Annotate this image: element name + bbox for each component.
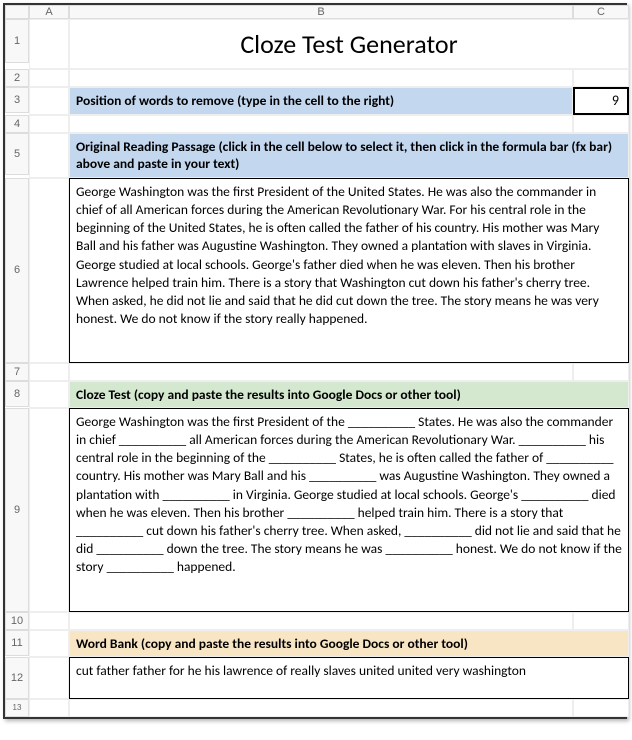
row-header-13[interactable]: 13 <box>5 699 29 717</box>
wordbank-label[interactable]: Word Bank (copy and paste the results in… <box>69 630 629 657</box>
original-passage-cell[interactable]: George Washington was the first Presiden… <box>69 178 629 363</box>
row-header-12[interactable]: 12 <box>5 657 29 699</box>
cell-c2[interactable] <box>573 69 629 87</box>
wordbank-output-cell[interactable]: cut father father for he his lawrence of… <box>69 657 629 699</box>
cell-a2[interactable] <box>29 69 69 87</box>
cell-a6[interactable] <box>29 178 69 363</box>
cell-b7[interactable] <box>69 363 573 381</box>
row-header-3[interactable]: 3 <box>5 87 29 113</box>
row-header-10[interactable]: 10 <box>5 612 29 630</box>
col-header-a[interactable]: A <box>29 5 69 19</box>
row-header-2[interactable]: 2 <box>5 69 29 87</box>
cell-a12[interactable] <box>29 657 69 699</box>
cell-a11[interactable] <box>29 630 69 657</box>
cell-c4[interactable] <box>573 115 629 133</box>
cloze-label[interactable]: Cloze Test (copy and paste the results i… <box>69 381 629 408</box>
cell-b2[interactable] <box>69 69 573 87</box>
row-header-5[interactable]: 5 <box>5 133 29 175</box>
cell-a5[interactable] <box>29 133 69 178</box>
position-label[interactable]: Position of words to remove (type in the… <box>69 87 573 115</box>
cell-c13[interactable] <box>573 699 629 717</box>
row-header-4[interactable]: 4 <box>5 115 29 133</box>
cell-a4[interactable] <box>29 115 69 133</box>
cloze-output-cell[interactable]: George Washington was the first Presiden… <box>69 408 629 612</box>
page-title[interactable]: Cloze Test Generator <box>69 19 629 69</box>
col-header-c[interactable]: C <box>573 5 629 19</box>
cell-a8[interactable] <box>29 381 69 408</box>
cell-b13[interactable] <box>69 699 573 717</box>
cell-a10[interactable] <box>29 612 69 630</box>
cell-a13[interactable] <box>29 699 69 717</box>
row-header-1[interactable]: 1 <box>5 19 29 63</box>
row-header-9[interactable]: 9 <box>5 408 29 612</box>
cell-a3[interactable] <box>29 87 69 115</box>
position-value-input[interactable]: 9 <box>573 87 629 115</box>
row-header-11[interactable]: 11 <box>5 630 29 656</box>
corner-select-all[interactable] <box>5 5 29 19</box>
cell-b10[interactable] <box>69 612 573 630</box>
spreadsheet-grid: A B C 1 Cloze Test Generator 2 3 Positio… <box>3 3 627 719</box>
original-label[interactable]: Original Reading Passage (click in the c… <box>69 133 629 178</box>
cell-c10[interactable] <box>573 612 629 630</box>
row-header-8[interactable]: 8 <box>5 381 29 407</box>
row-header-6[interactable]: 6 <box>5 178 29 363</box>
col-header-b[interactable]: B <box>69 5 573 19</box>
cell-b4[interactable] <box>69 115 573 133</box>
cell-a1[interactable] <box>29 19 69 69</box>
row-header-7[interactable]: 7 <box>5 363 29 381</box>
cell-c7[interactable] <box>573 363 629 381</box>
cell-a7[interactable] <box>29 363 69 381</box>
cell-a9[interactable] <box>29 408 69 612</box>
